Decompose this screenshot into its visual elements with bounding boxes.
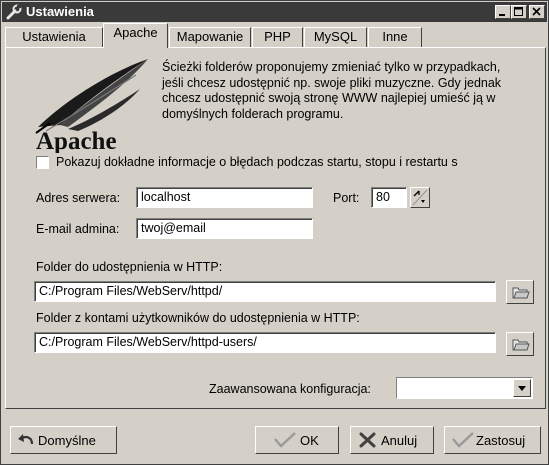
intro-line: chcesz udostępnić swoją stronę WWW najle…: [162, 91, 496, 105]
x-mark-icon: [359, 432, 376, 448]
detailed-errors-label: Pokazuj dokładne informacje o błędach po…: [56, 155, 458, 169]
settings-window: Ustawienia Ustawienia Apache Mapowanie P…: [0, 0, 549, 465]
close-button[interactable]: [529, 5, 545, 19]
dropdown-button[interactable]: [513, 379, 531, 397]
server-address-input[interactable]: localhost: [136, 187, 313, 208]
port-label: Port:: [333, 191, 360, 205]
tab-label: PHP: [264, 29, 291, 44]
detailed-errors-checkbox[interactable]: [36, 156, 49, 169]
tab-strip: Ustawienia Apache Mapowanie PHP MySQL In…: [5, 23, 545, 48]
users-folder-browse-button[interactable]: [506, 332, 534, 356]
spin-arrows-icon: [412, 189, 428, 206]
window-title: Ustawienia: [26, 4, 94, 19]
tab-php[interactable]: PHP: [252, 27, 303, 47]
logo-text: Apache: [36, 128, 117, 153]
server-address-label: Adres serwera:: [36, 191, 121, 205]
tab-label: MySQL: [313, 29, 358, 44]
intro-line: domyślnych folderach programu.: [162, 106, 344, 121]
undo-arrow-icon: [18, 434, 34, 445]
cancel-button[interactable]: Anuluj: [350, 426, 434, 454]
checkmark-icon: [274, 432, 296, 448]
apply-label: Zastosuj: [476, 433, 526, 448]
chevron-down-icon: [518, 386, 526, 391]
apply-button[interactable]: Zastosuj: [444, 426, 541, 454]
tab-ustawienia[interactable]: Ustawienia: [5, 27, 103, 47]
advanced-config-select[interactable]: [396, 377, 533, 399]
minimize-button[interactable]: [495, 5, 511, 19]
http-folder-input[interactable]: C:/Program Files/WebServ/httpd/: [34, 281, 496, 302]
minimize-icon: [499, 14, 505, 16]
tab-label: Inne: [382, 29, 408, 44]
cancel-label: Anuluj: [381, 433, 418, 448]
tab-label: Apache: [113, 25, 158, 40]
ok-button[interactable]: OK: [255, 426, 339, 454]
open-folder-icon: [512, 287, 530, 299]
intro-line: Ścieżki folderów proponujemy zmieniać ty…: [162, 60, 501, 74]
detailed-errors-option[interactable]: Pokazuj dokładne informacje o błędach po…: [36, 154, 536, 172]
tab-label: Mapowanie: [176, 29, 244, 44]
port-input[interactable]: 80: [371, 187, 407, 208]
http-folder-label: Folder do udostępnienia w HTTP:: [36, 260, 223, 274]
users-folder-label: Folder z kontami użytkowników do udostęp…: [36, 311, 360, 325]
tab-inne[interactable]: Inne: [368, 27, 422, 47]
defaults-button[interactable]: Domyślne: [10, 426, 117, 454]
intro-text: Ścieżki folderów proponujemy zmieniać ty…: [162, 60, 545, 122]
defaults-label: Domyślne: [38, 433, 96, 448]
tab-mapowanie[interactable]: Mapowanie: [169, 27, 251, 47]
tab-apache[interactable]: Apache: [103, 23, 168, 48]
apache-logo: Apache: [35, 59, 148, 153]
checkmark-icon: [452, 432, 474, 448]
maximize-icon: [514, 7, 523, 16]
admin-email-input[interactable]: twoj@email: [136, 218, 313, 239]
title-bar[interactable]: Ustawienia: [2, 2, 547, 22]
maximize-button[interactable]: [511, 5, 527, 19]
tab-label: Ustawienia: [22, 29, 86, 44]
http-folder-browse-button[interactable]: [506, 280, 534, 304]
ok-label: OK: [300, 433, 319, 448]
wrench-icon: [6, 4, 22, 20]
users-folder-input[interactable]: C:/Program Files/WebServ/httpd-users/: [34, 332, 496, 353]
port-stepper[interactable]: [410, 187, 430, 208]
admin-email-label: E-mail admina:: [36, 222, 120, 236]
tab-mysql[interactable]: MySQL: [304, 27, 367, 47]
advanced-config-label: Zaawansowana konfiguracja:: [209, 382, 371, 396]
intro-line: jeśli chcesz udostępnić np. swoje pliki …: [162, 75, 502, 90]
open-folder-icon: [512, 339, 530, 351]
close-icon: [532, 7, 541, 16]
